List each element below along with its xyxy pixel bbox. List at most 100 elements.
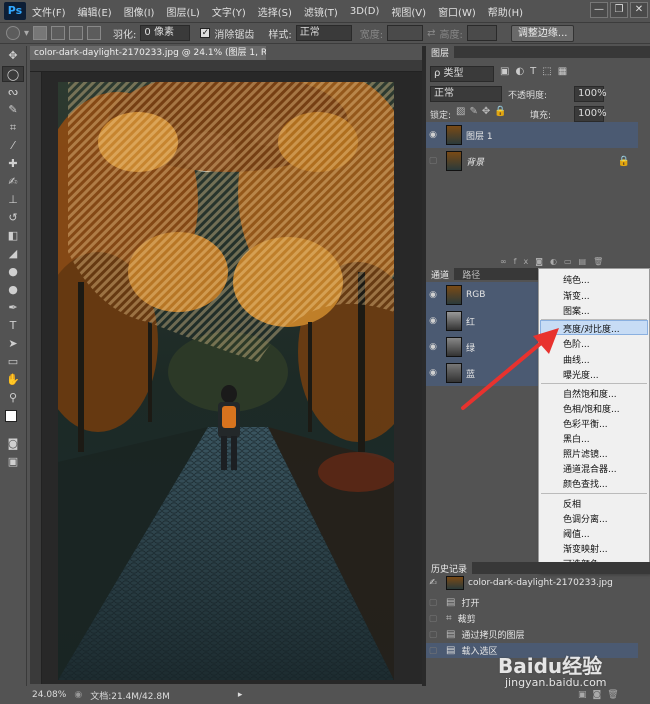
checkbox-icon[interactable]: ▢ [426, 614, 440, 624]
layer-row[interactable]: ▢ 背景 🔒 [426, 148, 638, 174]
new-selection-icon[interactable] [33, 26, 48, 40]
menu-item-photo-filter[interactable]: 照片滤镜... [563, 447, 608, 460]
chevron-down-icon[interactable]: ▾ [24, 28, 29, 39]
visibility-toggle-icon[interactable]: ▢ [426, 156, 440, 166]
menu-type[interactable]: 文字(Y) [206, 4, 252, 19]
history-item[interactable]: ▢ ⌗ 裁剪 [426, 611, 638, 626]
menu-view[interactable]: 视图(V) [385, 4, 432, 19]
history-brush-source-icon[interactable]: ✍ [426, 578, 440, 588]
foreground-color[interactable] [5, 410, 17, 422]
width-input[interactable] [387, 25, 424, 41]
subtract-selection-icon[interactable] [69, 26, 84, 40]
lasso-tool-icon[interactable]: ᔓ [2, 84, 24, 100]
menu-item-posterize[interactable]: 色调分离... [563, 512, 608, 525]
menu-item-threshold[interactable]: 阈值... [563, 527, 590, 540]
menu-item-color-balance[interactable]: 色彩平衡... [563, 417, 608, 430]
history-item[interactable]: ▢ ▤ 通过拷贝的图层 [426, 627, 638, 642]
menu-window[interactable]: 窗口(W) [432, 4, 482, 19]
quick-select-tool-icon[interactable]: ✎ [2, 102, 24, 118]
menu-3d[interactable]: 3D(D) [344, 6, 386, 17]
dodge-tool-icon[interactable]: ● [2, 282, 24, 298]
menu-edit[interactable]: 编辑(E) [72, 4, 118, 19]
layer-actions-icons[interactable]: ∞fx◙◐▭▤🗑 [500, 257, 610, 266]
history-brush-icon[interactable]: ↺ [2, 210, 24, 226]
checkbox-icon[interactable]: ▢ [426, 646, 440, 656]
style-select[interactable]: 正常 [295, 25, 352, 41]
menu-item-curves[interactable]: 曲线... [563, 353, 590, 366]
menu-image[interactable]: 图像(I) [118, 4, 161, 19]
quick-mask-icon[interactable]: ◙ [2, 436, 24, 452]
tab-channels[interactable]: 通道 [426, 268, 455, 281]
height-input[interactable] [466, 25, 497, 41]
history-item[interactable]: ▢ ▤ 打开 [426, 595, 638, 610]
menu-item-invert[interactable]: 反相 [563, 497, 581, 510]
color-swatches[interactable] [2, 408, 24, 434]
paint-bucket-icon[interactable]: ◢ [2, 246, 24, 262]
layer-filter-icons[interactable]: ▣◐T⬚▦ [500, 66, 573, 77]
rectangle-tool-icon[interactable]: ▭ [2, 354, 24, 370]
menu-item-color-lookup[interactable]: 颜色查找... [563, 477, 608, 490]
layer-row[interactable]: ◉ 图层 1 [426, 122, 638, 148]
menu-item-black-white[interactable]: 黑白... [563, 432, 590, 445]
layer-kind-filter[interactable]: ρ 类型 [430, 66, 494, 82]
menu-item-hue-saturation[interactable]: 色相/饱和度... [563, 402, 620, 415]
eye-icon[interactable]: ◉ [426, 368, 440, 378]
menu-item-brightness-contrast[interactable]: 亮度/对比度... [563, 322, 620, 335]
menu-item-channel-mixer[interactable]: 通道混合器... [563, 462, 617, 475]
brush-tool-icon[interactable]: ✍ [2, 174, 24, 190]
fill-input[interactable]: 100% [574, 106, 607, 122]
ellipse-marquee-tool-icon[interactable]: ◯ [2, 66, 24, 82]
clone-stamp-icon[interactable]: ⊥ [2, 192, 24, 208]
restore-button[interactable]: ❐ [610, 2, 628, 18]
menu-item-gradient[interactable]: 渐变... [563, 289, 590, 302]
refine-edge-button[interactable]: 调整边缘... [510, 24, 575, 42]
zoom-tool-icon[interactable]: ⚲ [2, 390, 24, 406]
healing-brush-icon[interactable]: ✚ [2, 156, 24, 172]
eyedropper-tool-icon[interactable]: ⁄ [2, 138, 24, 154]
lock-icons[interactable]: ▨✎✥🔒 [456, 106, 511, 117]
antialias-checkbox[interactable]: ✓ [200, 28, 211, 38]
minimize-button[interactable]: — [590, 2, 608, 18]
menu-item-pattern[interactable]: 图案... [563, 304, 590, 317]
history-snapshot[interactable]: ✍ color-dark-daylight-2170233.jpg [426, 574, 638, 592]
path-select-icon[interactable]: ➤ [2, 336, 24, 352]
menu-item-levels[interactable]: 色阶... [563, 337, 590, 350]
menu-item-vibrance[interactable]: 自然饱和度... [563, 387, 617, 400]
menu-item-solid-color[interactable]: 纯色... [563, 273, 590, 286]
blend-mode-select[interactable]: 正常 [430, 86, 502, 102]
type-tool-icon[interactable]: T [2, 318, 24, 334]
checkbox-icon[interactable]: ▢ [426, 630, 440, 640]
checkbox-icon[interactable]: ▢ [426, 598, 440, 608]
hand-tool-icon[interactable]: ✋ [2, 372, 24, 388]
swap-icon[interactable]: ⇄ [427, 28, 435, 39]
eye-icon[interactable]: ◉ [426, 290, 440, 300]
document-tab[interactable]: color-dark-daylight-2170233.jpg @ 24.1% … [30, 46, 266, 60]
menu-item-exposure[interactable]: 曝光度... [563, 368, 599, 381]
feather-input[interactable]: 0 像素 [140, 25, 191, 41]
menu-item-gradient-map[interactable]: 渐变映射... [563, 542, 608, 555]
blur-tool-icon[interactable]: ● [2, 264, 24, 280]
history-actions-icons[interactable]: ▣◙🗑 [578, 690, 625, 700]
menu-help[interactable]: 帮助(H) [482, 4, 529, 19]
eraser-tool-icon[interactable]: ◧ [2, 228, 24, 244]
menu-file[interactable]: 文件(F) [26, 4, 72, 19]
screen-mode-icon[interactable]: ▣ [2, 454, 24, 470]
eye-icon[interactable]: ◉ [426, 342, 440, 352]
crop-tool-icon[interactable]: ⌗ [2, 120, 24, 136]
intersect-selection-icon[interactable] [87, 26, 102, 40]
document-image[interactable] [58, 82, 394, 680]
menu-select[interactable]: 选择(S) [252, 4, 298, 19]
add-selection-icon[interactable] [51, 26, 66, 40]
pen-tool-icon[interactable]: ✒ [2, 300, 24, 316]
ellipse-marquee-icon[interactable] [6, 26, 20, 40]
eye-icon[interactable]: ◉ [426, 316, 440, 326]
zoom-level[interactable]: 24.08% [32, 690, 66, 700]
status-menu-arrow-icon[interactable]: ▸ [238, 690, 243, 700]
move-tool-icon[interactable]: ✥ [2, 48, 24, 64]
status-info-icon[interactable]: ◉ [74, 690, 82, 700]
eye-icon[interactable]: ◉ [426, 130, 440, 140]
menu-layer[interactable]: 图层(L) [160, 4, 205, 19]
tab-paths[interactable]: 路径 [457, 268, 485, 281]
close-button[interactable]: ✕ [630, 2, 648, 18]
menu-filter[interactable]: 滤镜(T) [298, 4, 344, 19]
